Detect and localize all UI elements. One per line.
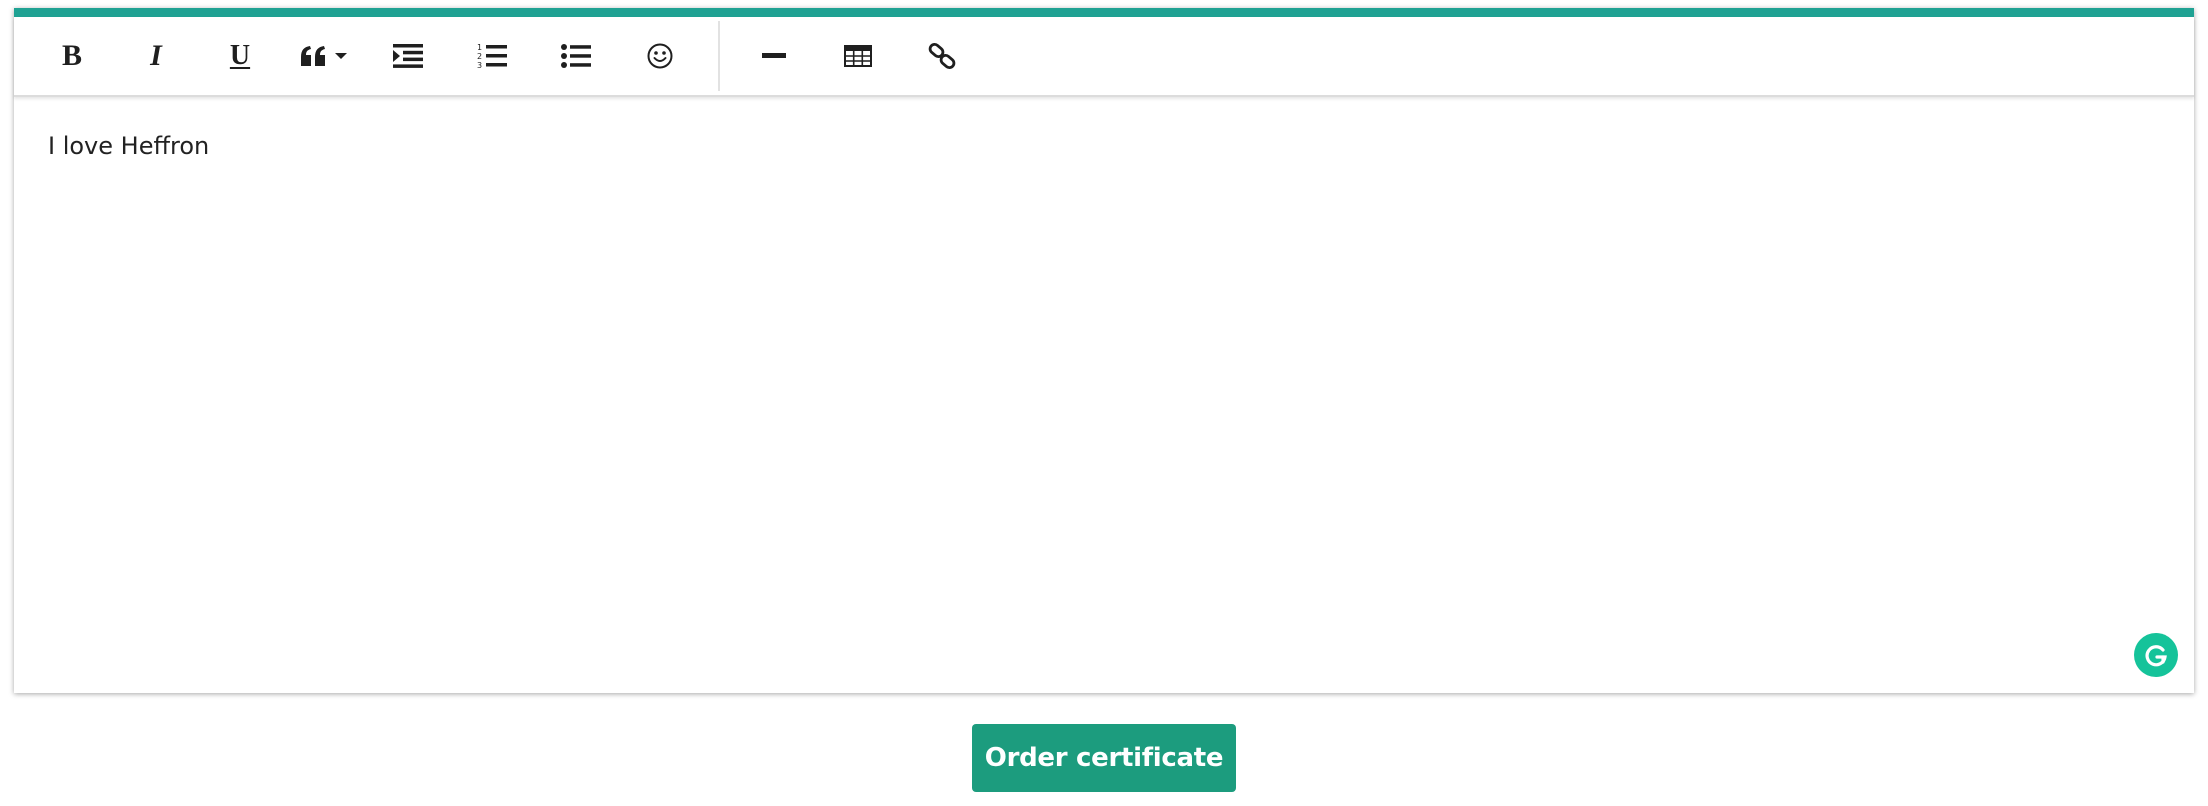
editor-toolbar: B I U 1 2 3 bbox=[14, 17, 2194, 97]
underline-button[interactable]: U bbox=[198, 28, 282, 84]
bold-icon: B bbox=[61, 39, 82, 72]
smiley-icon bbox=[647, 43, 673, 69]
bold-button[interactable]: B bbox=[30, 28, 114, 84]
blockquote-dropdown-button[interactable] bbox=[282, 28, 366, 84]
svg-text:1: 1 bbox=[477, 43, 482, 52]
ordered-list-icon: 1 2 3 bbox=[477, 43, 507, 70]
grammarly-button[interactable] bbox=[2134, 633, 2178, 677]
italic-button[interactable]: I bbox=[114, 28, 198, 84]
ordered-list-button[interactable]: 1 2 3 bbox=[450, 28, 534, 84]
chevron-down-icon bbox=[335, 53, 347, 59]
link-button[interactable] bbox=[900, 28, 984, 84]
quote-icon bbox=[301, 46, 325, 66]
italic-icon: I bbox=[150, 39, 162, 72]
indent-button[interactable] bbox=[366, 28, 450, 84]
unordered-list-button[interactable] bbox=[534, 28, 618, 84]
svg-text:3: 3 bbox=[477, 61, 482, 70]
unordered-list-icon bbox=[561, 44, 591, 68]
svg-text:2: 2 bbox=[477, 52, 482, 61]
order-certificate-button[interactable]: Order certificate bbox=[972, 724, 1236, 792]
editor-content[interactable]: I love Heffron bbox=[48, 134, 209, 158]
rich-text-editor: B I U 1 2 3 I love Heffron bbox=[14, 8, 2194, 693]
indent-icon bbox=[393, 44, 423, 68]
grammarly-icon bbox=[2145, 645, 2167, 667]
table-icon bbox=[844, 45, 872, 67]
toolbar-separator bbox=[718, 21, 720, 91]
emoji-button[interactable] bbox=[618, 28, 702, 84]
underline-icon: U bbox=[229, 40, 251, 71]
horizontal-rule-icon bbox=[762, 53, 786, 58]
table-button[interactable] bbox=[816, 28, 900, 84]
horizontal-rule-button[interactable] bbox=[732, 28, 816, 84]
link-icon bbox=[928, 42, 956, 70]
